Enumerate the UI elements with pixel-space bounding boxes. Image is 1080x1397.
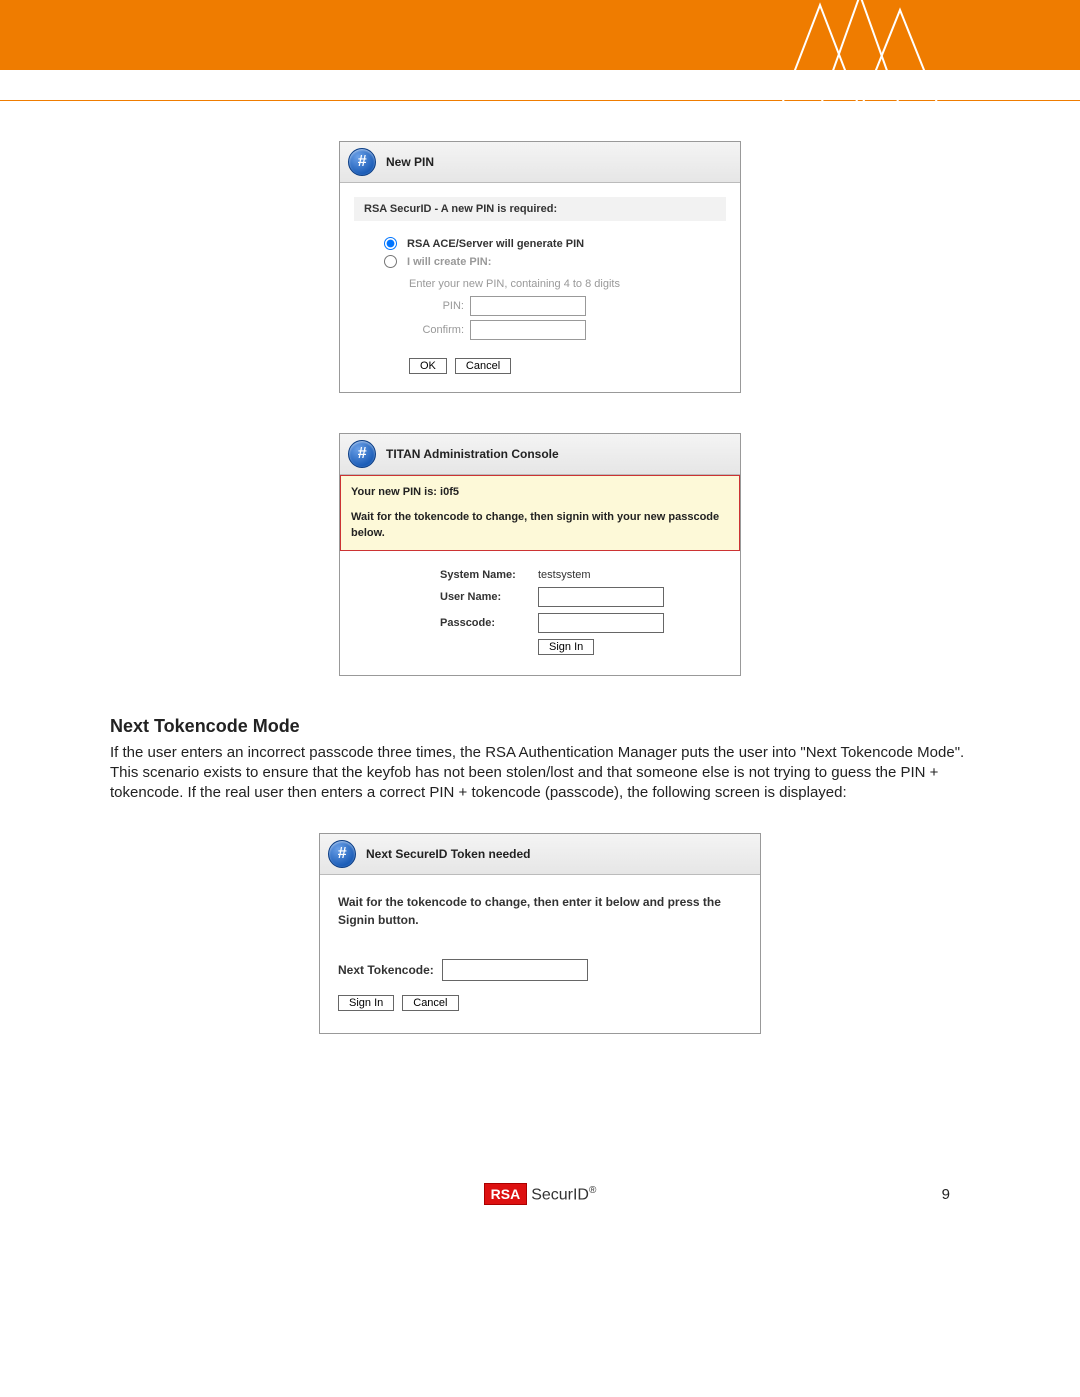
panel-header: # New PIN <box>340 142 740 183</box>
passcode-input[interactable] <box>538 613 664 633</box>
new-pin-panel: # New PIN RSA SecurID - A new PIN is req… <box>339 141 741 393</box>
notice-line2: Wait for the tokencode to change, then s… <box>351 509 729 542</box>
signin-button[interactable]: Sign In <box>338 995 394 1011</box>
radio-server-generate[interactable] <box>384 237 397 250</box>
user-name-input[interactable] <box>538 587 664 607</box>
confirm-label: Confirm: <box>409 324 464 336</box>
radio-user-label: I will create PIN: <box>407 256 491 268</box>
passcode-label: Passcode: <box>440 617 530 629</box>
pin-input[interactable] <box>470 296 586 316</box>
section-body: If the user enters an incorrect passcode… <box>110 743 970 804</box>
notice-line1: Your new PIN is: i0f5 <box>351 484 729 501</box>
panel-header: # Next SecureID Token needed <box>320 834 760 875</box>
sub-heading: RSA SecurID - A new PIN is required: <box>354 197 726 221</box>
securid-text: SecurID® <box>531 1185 596 1204</box>
cancel-button[interactable]: Cancel <box>455 358 511 374</box>
system-name-label: System Name: <box>440 569 530 581</box>
hash-icon: # <box>348 148 376 176</box>
system-name-value: testsystem <box>538 569 591 581</box>
tokencode-input[interactable] <box>442 959 588 981</box>
user-name-label: User Name: <box>440 591 530 603</box>
admin-console-panel: # TITAN Administration Console Your new … <box>339 433 741 676</box>
footer-logo: RSA SecurID® <box>484 1183 597 1205</box>
tokencode-label: Next Tokencode: <box>338 963 434 977</box>
confirm-input[interactable] <box>470 320 586 340</box>
pin-label: PIN: <box>409 300 464 312</box>
rsa-badge: RSA <box>484 1183 528 1205</box>
footer: RSA SecurID® 9 <box>0 1174 1080 1214</box>
hash-icon: # <box>328 840 356 868</box>
header-decoration <box>760 0 960 135</box>
radio-user-create[interactable] <box>384 255 397 268</box>
instruction-text: Wait for the tokencode to change, then e… <box>338 893 742 929</box>
pin-notice: Your new PIN is: i0f5 Wait for the token… <box>340 475 740 551</box>
signin-button[interactable]: Sign In <box>538 639 594 655</box>
radio-server-label: RSA ACE/Server will generate PIN <box>407 238 584 250</box>
cancel-button[interactable]: Cancel <box>402 995 458 1011</box>
header-bar <box>0 0 1080 70</box>
panel-title: New PIN <box>386 155 434 169</box>
panel-title: Next SecureID Token needed <box>366 847 531 861</box>
hash-icon: # <box>348 440 376 468</box>
pin-hint: Enter your new PIN, containing 4 to 8 di… <box>409 278 726 290</box>
page-number: 9 <box>942 1186 950 1203</box>
next-token-panel: # Next SecureID Token needed Wait for th… <box>319 833 761 1034</box>
panel-title: TITAN Administration Console <box>386 447 559 461</box>
section-title: Next Tokencode Mode <box>110 716 970 737</box>
ok-button[interactable]: OK <box>409 358 447 374</box>
panel-header: # TITAN Administration Console <box>340 434 740 475</box>
